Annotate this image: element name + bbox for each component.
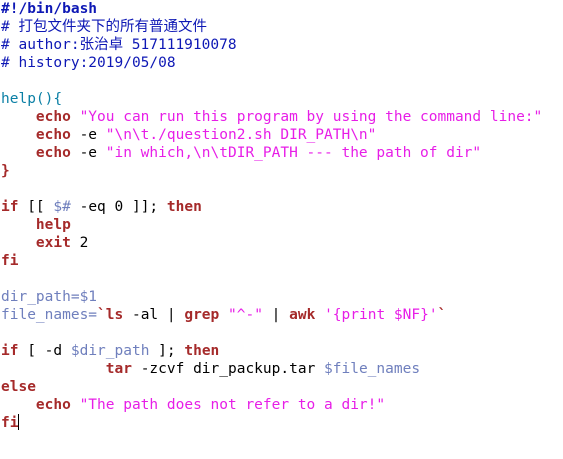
code-line[interactable]: # author:张治卓 517111910078 (0, 36, 563, 54)
code-token-keyword: fi (1, 415, 19, 431)
code-token-keyword: if (1, 343, 19, 359)
code-line[interactable] (0, 270, 563, 288)
code-token-text: [ -d (18, 343, 71, 359)
code-token-text: -zcvf dir_packup.tar (131, 361, 325, 377)
code-token-keyword: echo (35, 109, 71, 125)
code-line[interactable]: if [[ $# -eq 0 ]]; then (0, 198, 563, 216)
code-token-keyword: exit (35, 235, 71, 251)
code-token-variable: $# (53, 199, 71, 215)
code-line[interactable]: fi (0, 252, 563, 270)
code-line[interactable]: fi (0, 414, 563, 432)
code-line[interactable] (0, 324, 563, 342)
code-token-comment: #!/bin/bash (1, 1, 98, 17)
code-token-text: -al | (123, 307, 185, 323)
code-token-text: [[ (18, 199, 54, 215)
code-token-keyword: echo (35, 397, 71, 413)
text-cursor (18, 414, 20, 430)
code-token-variable: dir_path=$1 (1, 289, 98, 305)
code-line[interactable]: file_names=`ls -al | grep "^-" | awk '{p… (0, 306, 563, 324)
code-token-string: "You can run this program by using the c… (79, 109, 543, 125)
code-line[interactable]: echo "The path does not refer to a dir!" (0, 396, 563, 414)
code-token-function: help(){ (1, 91, 63, 107)
code-token-text: 2 (70, 235, 89, 251)
code-token-keyword: } (1, 163, 10, 179)
code-token-variable: $file_names (324, 361, 421, 377)
code-line[interactable]: # 打包文件夹下的所有普通文件 (0, 18, 563, 36)
code-line[interactable]: } (0, 162, 563, 180)
code-token-text: | (262, 307, 290, 323)
code-line[interactable]: help(){ (0, 90, 563, 108)
code-token-text: -e (70, 145, 106, 161)
code-editor[interactable]: #!/bin/bash # 打包文件夹下的所有普通文件 # author:张治卓 5… (0, 0, 563, 459)
code-token-text: -e (70, 127, 106, 143)
code-line[interactable]: echo "You can run this program by using … (0, 108, 563, 126)
code-token-string: "The path does not refer to a dir!" (79, 397, 386, 413)
code-token-keyword: echo (35, 127, 71, 143)
code-line[interactable]: # history:2019/05/08 (0, 54, 563, 72)
code-line[interactable]: exit 2 (0, 234, 563, 252)
code-token-keyword: fi (1, 253, 19, 269)
code-token-string: "^-" (228, 307, 263, 323)
code-token-keyword: awk (289, 307, 316, 323)
code-token-comment: # 打包文件夹下的所有普通文件 (1, 19, 207, 35)
code-token-keyword: ` (97, 307, 106, 323)
code-token-comment: # author:张治卓 517111910078 (1, 37, 237, 53)
code-token-variable: $dir_path (70, 343, 150, 359)
code-token-keyword: if (1, 199, 19, 215)
code-line[interactable]: else (0, 378, 563, 396)
code-token-keyword: else (1, 379, 36, 395)
code-token-string: '{print $NF}' (324, 307, 438, 323)
code-line[interactable] (0, 180, 563, 198)
code-token-keyword: echo (35, 145, 71, 161)
code-token-keyword: ` (437, 307, 447, 323)
code-line[interactable]: tar -zcvf dir_packup.tar $file_names (0, 360, 563, 378)
code-line[interactable]: #!/bin/bash (0, 0, 563, 18)
code-token-text: -eq 0 ]]; (70, 199, 167, 215)
code-token-keyword: then (166, 199, 202, 215)
code-token-keyword: tar (105, 361, 132, 377)
code-line[interactable]: help (0, 216, 563, 234)
code-token-variable: file_names= (1, 307, 98, 323)
code-token-keyword: ls (105, 307, 124, 323)
code-line[interactable]: dir_path=$1 (0, 288, 563, 306)
code-token-keyword: help (35, 217, 71, 233)
code-line[interactable]: if [ -d $dir_path ]; then (0, 342, 563, 360)
code-token-keyword: then (184, 343, 220, 359)
code-token-string: "\n\t./question2.sh DIR_PATH\n" (105, 127, 377, 143)
code-line[interactable]: echo -e "in which,\n\tDIR_PATH --- the p… (0, 144, 563, 162)
code-token-text: ]; (149, 343, 185, 359)
code-token-keyword: grep (184, 307, 220, 323)
code-line[interactable] (0, 72, 563, 90)
code-line[interactable]: echo -e "\n\t./question2.sh DIR_PATH\n" (0, 126, 563, 144)
code-token-comment: # history:2019/05/08 (1, 55, 176, 71)
code-token-string: "in which,\n\tDIR_PATH --- the path of d… (105, 145, 482, 161)
